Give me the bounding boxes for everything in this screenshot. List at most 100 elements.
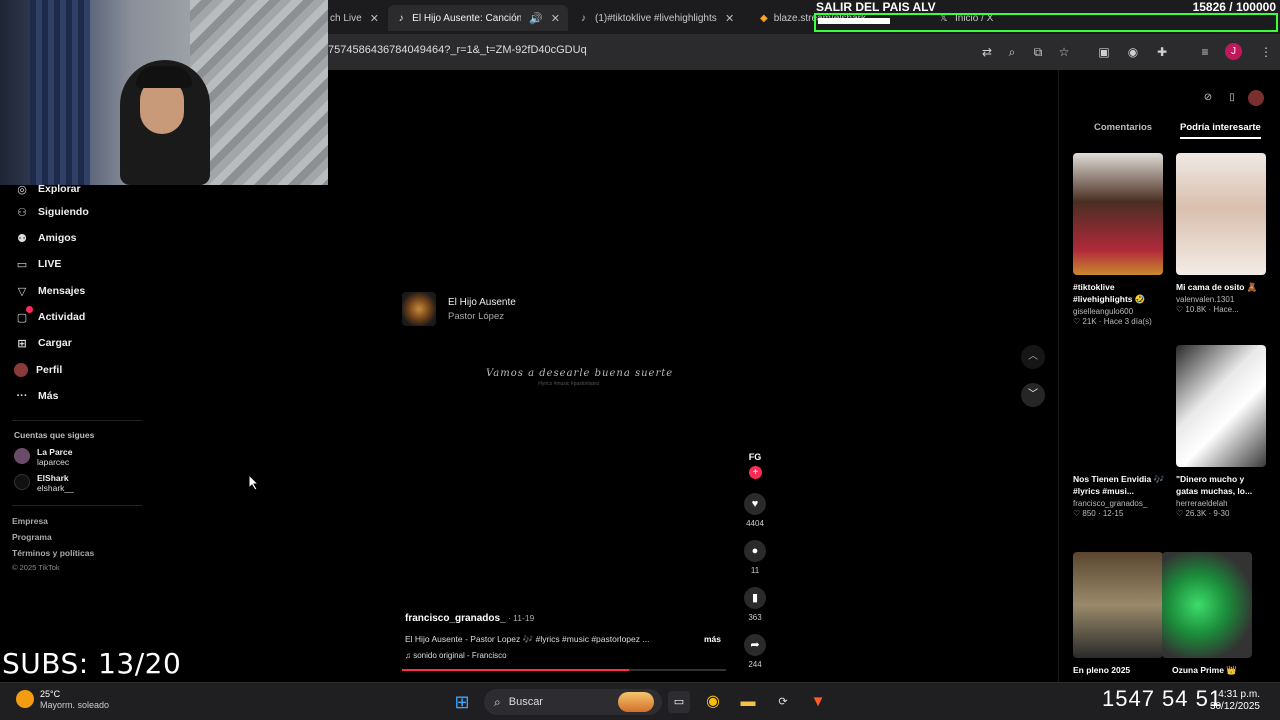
card-stats: ♡ 21K · Hace 3 día(s) (1073, 317, 1152, 326)
card-title: Mi cama de osito 🧸 (1176, 282, 1258, 292)
phone-icon[interactable]: ▯ (1224, 90, 1240, 106)
suggested-card[interactable]: Mi cama de osito 🧸 valenvalen.1301 ♡ 10.… (1176, 153, 1268, 314)
save-action[interactable]: ▮ 363 (740, 587, 770, 622)
suggested-card[interactable]: Ozuna Prime 👑 (1162, 552, 1254, 676)
puzzle-icon[interactable]: ✚ (1154, 44, 1170, 60)
previous-video-button[interactable]: ︿ (1021, 345, 1045, 369)
following-title: Cuentas que sigues (14, 430, 95, 440)
like-action[interactable]: ♥ 4404 (740, 493, 770, 528)
media-icon[interactable]: ≡ (1197, 44, 1213, 60)
more-button[interactable]: más (704, 634, 721, 644)
card-stats: ♡ 26.3K · 9-30 (1176, 509, 1230, 518)
comment-count: 11 (750, 566, 760, 575)
file-explorer-icon[interactable]: ▬ (737, 691, 759, 713)
link-icon[interactable]: ⊘ (1200, 90, 1216, 106)
comment-icon[interactable]: ● (744, 540, 766, 562)
sidebar-item-amigos[interactable]: ⚉ Amigos (14, 228, 76, 248)
card-title: "Dinero mucho y gatas muchas, lo... (1176, 474, 1253, 496)
task-view-icon[interactable]: ▭ (668, 691, 690, 713)
song-info[interactable]: El Hijo Ausente Pastor López (402, 292, 516, 326)
chrome-icon[interactable]: ◉ (702, 691, 724, 713)
tab-podria-interesarte[interactable]: Podría interesarte (1180, 122, 1261, 139)
app-icon[interactable]: ⟳ (772, 691, 794, 713)
search-highlight-image (618, 692, 654, 712)
following-item[interactable]: La Parce laparcec (14, 447, 72, 467)
close-icon[interactable]: ✕ (370, 12, 379, 25)
url-field[interactable]: 7574586436784049464?_r=1&_t=ZM-92fD40cGD… (328, 44, 587, 56)
comment-action[interactable]: ● 11 (740, 540, 770, 575)
sidebar-item-label: Perfil (36, 364, 63, 376)
sidebar-item-perfil[interactable]: Perfil (14, 360, 62, 380)
suggested-card[interactable]: En pleno 2025 (1073, 552, 1165, 676)
menu-icon[interactable]: ⋮ (1258, 44, 1274, 60)
footer-link-programa[interactable]: Programa (12, 532, 52, 542)
card-title: Ozuna Prime 👑 (1172, 665, 1237, 675)
share-count: 244 (748, 660, 762, 669)
video-author[interactable]: francisco_granados_ · 11-19 (405, 613, 534, 624)
bookmark-star-icon[interactable]: ☆ (1056, 44, 1072, 60)
sidebar-item-actividad[interactable]: ▢ Actividad (14, 306, 85, 327)
install-icon[interactable]: ⧉ (1030, 44, 1046, 60)
sidebar-item-live[interactable]: ▭ LIVE (14, 254, 62, 274)
divider (12, 505, 142, 506)
footer-link-terminos[interactable]: Términos y políticas (12, 548, 94, 558)
bookmark-icon[interactable]: ▮ (744, 587, 766, 609)
brave-icon: ◆ (760, 12, 768, 24)
sidebar-item-explorar[interactable]: ◎ Explorar (14, 179, 80, 199)
lyric-text: Vamos a desearle buena suerte (486, 368, 674, 379)
sidebar-item-siguiendo[interactable]: ⚇ Siguiendo (14, 202, 89, 222)
share-icon[interactable]: ➦ (744, 634, 766, 656)
next-video-button[interactable]: ﹀ (1021, 383, 1045, 407)
follow-plus-button[interactable]: + (749, 466, 762, 479)
windows-start-icon[interactable]: ⊞ (451, 691, 473, 713)
card-user: francisco_granados_ (1073, 499, 1148, 508)
upload-icon: ⊞ (17, 337, 27, 350)
card-user: herreraeldelah (1176, 499, 1228, 508)
brave-icon[interactable]: ▼ (807, 691, 829, 713)
streamer-cap (136, 66, 192, 88)
tab-live[interactable]: ch Live ✕ (322, 5, 384, 31)
copyright: © 2025 TikTok (12, 563, 60, 572)
weather-description: Mayorm. soleado (40, 700, 110, 710)
weather-widget[interactable]: 25°C Mayorm. soleado (16, 688, 109, 710)
close-icon[interactable]: ✕ (551, 12, 560, 25)
speaker-icon[interactable]: 🔊 (529, 12, 543, 25)
tab-comentarios[interactable]: Comentarios (1094, 122, 1152, 133)
webcam-overlay (0, 0, 328, 185)
avatar-icon (14, 363, 28, 377)
sidebar-item-mas[interactable]: ··· Más (14, 386, 59, 406)
user-check-icon: ⚇ (17, 206, 27, 219)
save-count: 363 (748, 613, 762, 622)
suggested-card[interactable]: #tiktoklive #livehighlights 🤣 giselleang… (1073, 153, 1165, 326)
video-progress-bar[interactable] (402, 669, 726, 671)
avatar[interactable] (1248, 90, 1264, 106)
taskbar-search[interactable]: ⌕ Buscar (484, 689, 662, 715)
share-action[interactable]: ➦ 244 (740, 634, 770, 669)
curtain (30, 0, 90, 185)
weather-sun-icon (16, 690, 34, 708)
tab-tiktoklive[interactable]: ♪ (1)#tiktoklive #livehighlights ✕ (570, 5, 748, 31)
footer-link-empresa[interactable]: Empresa (12, 516, 48, 526)
suggested-card[interactable]: Nos Tienen Envidia 🎶 #lyrics #musi... fr… (1073, 345, 1165, 518)
translate-icon[interactable]: ⇄ (979, 44, 995, 60)
heart-icon[interactable]: ♥ (744, 493, 766, 515)
sidebar-item-mensajes[interactable]: ▽ Mensajes (14, 281, 86, 301)
screenshot-icon[interactable]: ▣ (1096, 44, 1112, 60)
windows-taskbar: 25°C Mayorm. soleado ⊞ ⌕ Buscar ▭ ◉ ▬ ⟳ … (0, 682, 1280, 720)
extension-icon[interactable]: ◉ (1125, 44, 1141, 60)
tab-el-hijo-ausente[interactable]: ♪ El Hijo Ausente: Canción 🔊 ✕ (388, 5, 568, 31)
profile-avatar[interactable]: J (1225, 43, 1242, 60)
sidebar-item-label: Cargar (38, 337, 72, 349)
sidebar-item-cargar[interactable]: ⊞ Cargar (14, 333, 72, 353)
compass-icon: ◎ (17, 183, 27, 196)
following-handle: laparcec (37, 457, 70, 467)
lyric-watermark: #lyrics #music #pastorlopez (538, 381, 600, 387)
card-title: En pleno 2025 (1073, 665, 1131, 675)
suggested-card[interactable]: "Dinero mucho y gatas muchas, lo... herr… (1176, 345, 1268, 518)
following-name: ElShark (37, 473, 69, 483)
zoom-icon[interactable]: ⌕ (1004, 44, 1020, 60)
sound-link[interactable]: ♫ sonido original - Francisco (405, 651, 507, 660)
card-user: valenvalen.1301 (1176, 295, 1235, 304)
following-item[interactable]: ElShark elshark__ (14, 473, 74, 493)
close-icon[interactable]: ✕ (725, 12, 734, 25)
